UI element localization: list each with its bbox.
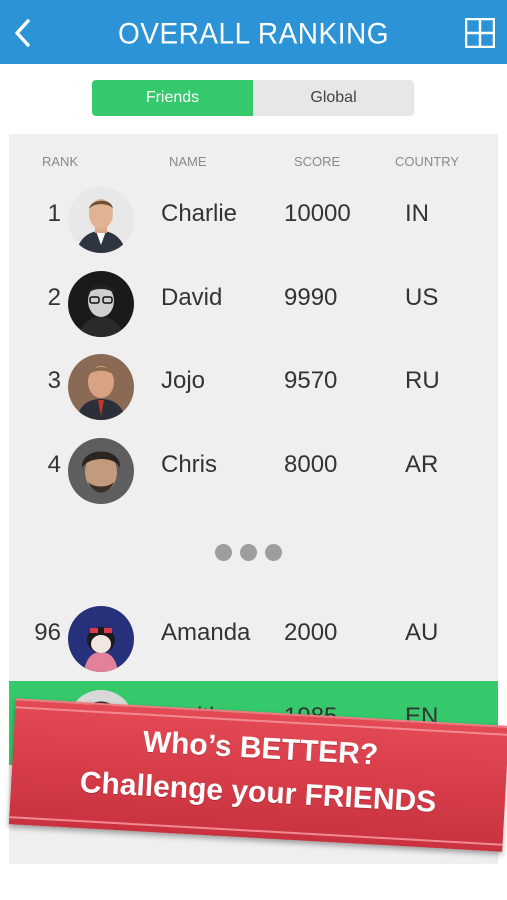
- player-country: RU: [405, 367, 440, 394]
- player-name: Amanda: [161, 619, 251, 646]
- table-row[interactable]: 96 Amanda 2000 AU: [9, 597, 498, 681]
- player-country: US: [405, 284, 439, 311]
- rank-value: 3: [47, 367, 61, 394]
- avatar: [68, 438, 134, 504]
- avatar: [68, 271, 134, 337]
- player-score: 10000: [284, 200, 351, 227]
- column-header-name: NAME: [169, 154, 207, 169]
- ranking-scope-tabs: Friends Global: [92, 80, 414, 116]
- avatar: [68, 354, 134, 420]
- player-score: 8000: [284, 451, 338, 478]
- rank-value: 96: [34, 619, 61, 646]
- player-name: David: [161, 284, 223, 311]
- column-header-country: COUNTRY: [395, 154, 460, 169]
- table-row[interactable]: 4 Chris 8000 AR: [9, 429, 498, 513]
- player-name: Chris: [161, 451, 218, 478]
- more-ellipsis-icon: [215, 544, 285, 562]
- table-row[interactable]: 3 Jojo 9570 RU: [9, 345, 498, 429]
- table-row[interactable]: 2 David 9990 US: [9, 262, 498, 346]
- column-header-rank: RANK: [42, 154, 79, 169]
- player-country: AU: [405, 619, 439, 646]
- top-bar: OVERALL RANKING: [0, 0, 507, 64]
- player-score: 2000: [284, 619, 338, 646]
- table-row[interactable]: 1 Charlie 10000 IN: [9, 178, 498, 262]
- player-score: 9570: [284, 367, 338, 394]
- page-title: OVERALL RANKING: [118, 17, 389, 50]
- player-country: IN: [405, 200, 429, 227]
- column-header-score: SCORE: [294, 154, 341, 169]
- tab-friends[interactable]: Friends: [92, 80, 253, 116]
- player-score: 9990: [284, 284, 338, 311]
- avatar: [68, 606, 134, 672]
- player-country: AR: [405, 451, 439, 478]
- player-name: Jojo: [161, 367, 206, 394]
- player-name: Charlie: [161, 200, 238, 227]
- avatar: [68, 187, 134, 253]
- grid-icon[interactable]: [464, 17, 496, 49]
- rank-value: 4: [47, 451, 61, 478]
- tab-global[interactable]: Global: [253, 80, 414, 116]
- rank-value: 1: [47, 200, 61, 227]
- rank-value: 2: [47, 284, 61, 311]
